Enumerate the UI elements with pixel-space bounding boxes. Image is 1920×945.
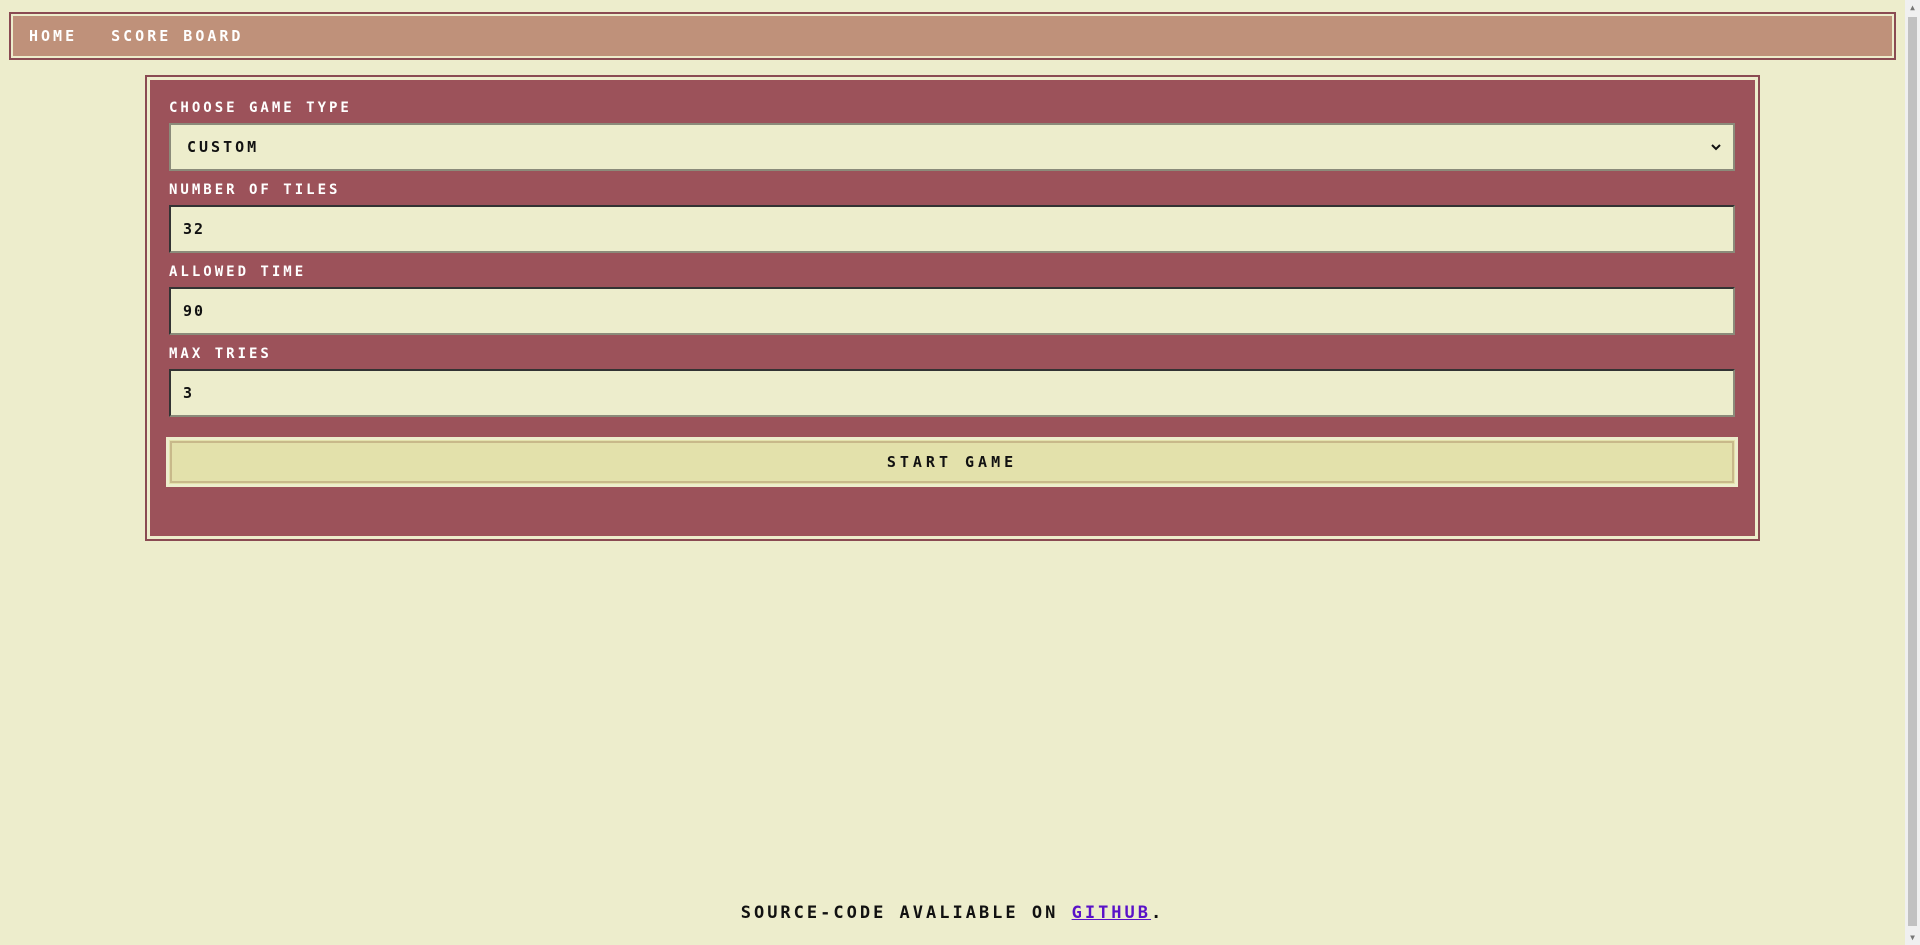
page: HOME SCORE BOARD CHOOSE GAME TYPE CUSTOM… — [0, 0, 1905, 945]
footer-period: . — [1151, 903, 1165, 923]
game-type-select[interactable]: CUSTOM — [169, 123, 1735, 171]
game-type-label: CHOOSE GAME TYPE — [169, 100, 352, 116]
scroll-down-icon[interactable]: ▼ — [1905, 930, 1920, 945]
start-game-button[interactable]: START GAME — [166, 437, 1738, 487]
github-link[interactable]: GITHUB — [1072, 903, 1151, 923]
game-setup-panel: CHOOSE GAME TYPE CUSTOM NUMBER OF TILES … — [145, 75, 1760, 541]
nav-link-home[interactable]: HOME — [29, 27, 77, 45]
game-type-selected-value: CUSTOM — [187, 138, 260, 156]
scroll-up-icon[interactable]: ▲ — [1905, 0, 1920, 15]
navbar: HOME SCORE BOARD — [9, 12, 1896, 60]
scrollbar-thumb[interactable] — [1908, 17, 1917, 926]
footer-text: SOURCE-CODE AVALIABLE ON — [740, 903, 1072, 923]
nav-link-score-board[interactable]: SCORE BOARD — [111, 27, 243, 45]
vertical-scrollbar[interactable]: ▲ ▼ — [1905, 0, 1920, 945]
max-tries-input[interactable]: 3 — [169, 369, 1735, 417]
max-tries-label: MAX TRIES — [169, 346, 272, 362]
tiles-label: NUMBER OF TILES — [169, 182, 341, 198]
chevron-down-icon — [1711, 144, 1721, 151]
allowed-time-input[interactable]: 90 — [169, 287, 1735, 335]
tiles-input[interactable]: 32 — [169, 205, 1735, 253]
footer: SOURCE-CODE AVALIABLE ON GITHUB. — [0, 903, 1905, 923]
allowed-time-label: ALLOWED TIME — [169, 264, 307, 280]
